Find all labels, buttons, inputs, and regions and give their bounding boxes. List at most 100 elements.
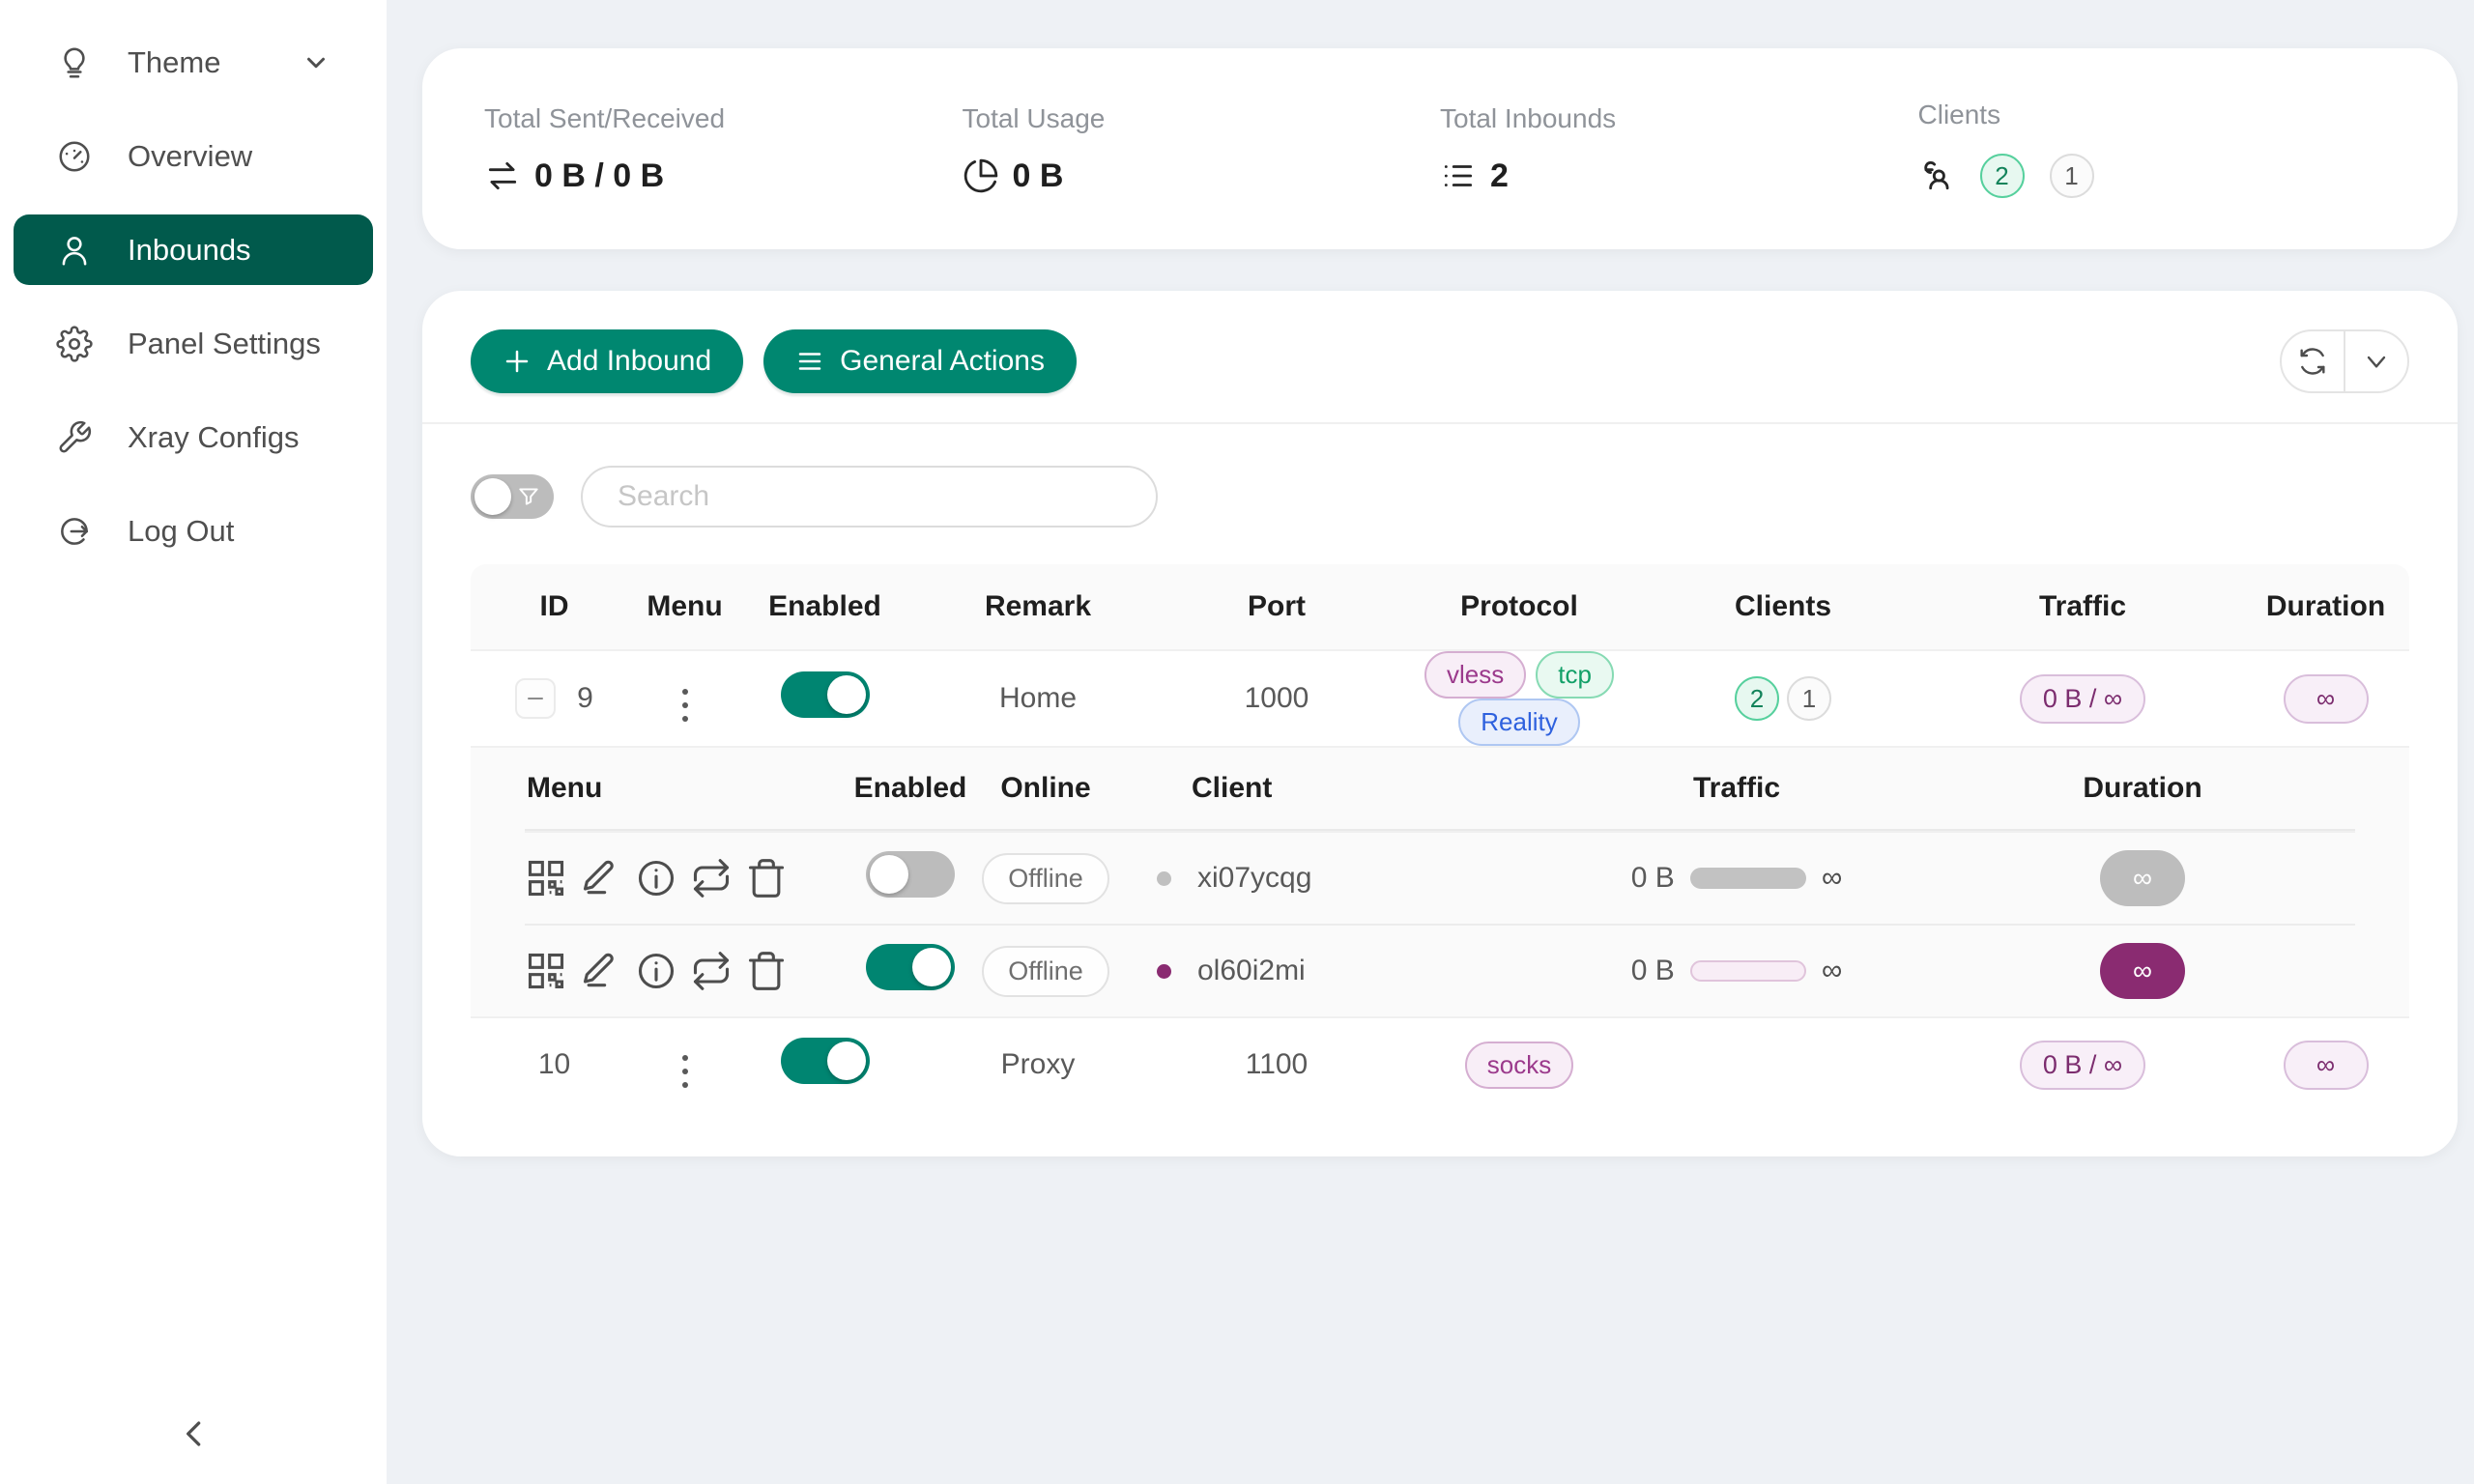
inbound-enabled-toggle[interactable] (781, 1038, 870, 1084)
sidebar-item-log-out[interactable]: Log Out (14, 496, 373, 566)
general-actions-label: General Actions (840, 345, 1045, 378)
logout-icon (56, 513, 93, 550)
inbound-row-9: 9 Home 1000 vlesstcpReality (471, 649, 2409, 746)
subheader-client: Client (1118, 748, 1543, 831)
inbound-row-9-expanded: Menu Enabled Online Client Traffic Durat… (471, 746, 2409, 1016)
traffic-progress-bar (1690, 960, 1806, 982)
user-icon (56, 232, 93, 269)
add-inbound-button[interactable]: Add Inbound (471, 329, 743, 393)
client-duration-pill: ∞ (2100, 850, 2185, 906)
duration-pill: ∞ (2284, 1041, 2369, 1090)
wrench-icon (56, 419, 93, 456)
row-menu-button[interactable] (676, 1049, 694, 1094)
sidebar-item-label: Overview (128, 139, 252, 174)
header-remark: Remark (918, 564, 1158, 649)
client-status-dot (1157, 964, 1171, 979)
clients-deactivated-badge: 1 (2050, 154, 2094, 198)
row-menu-button[interactable] (676, 683, 694, 728)
inbound-port: 1000 (1245, 682, 1309, 714)
sidebar-item-panel-settings[interactable]: Panel Settings (14, 308, 373, 379)
edit-pencil-icon[interactable] (580, 950, 622, 992)
chevron-down-icon (302, 48, 331, 77)
online-status-badge: Offline (982, 946, 1109, 997)
plus-icon (503, 347, 532, 376)
stats-card: Total Sent/Received 0 B / 0 B Total Usag… (422, 48, 2458, 249)
pie-chart-icon (963, 157, 999, 194)
info-icon[interactable] (635, 857, 677, 899)
subheader-enabled: Enabled (848, 748, 973, 831)
traffic-pill: 0 B / ∞ (2020, 674, 2145, 724)
stat-value: 2 (1490, 157, 1509, 195)
subheader-menu: Menu (525, 748, 848, 831)
search-input[interactable] (581, 466, 1158, 528)
inbound-row-10: 10 Proxy 1100 socks 0 B / ∞ ∞ (471, 1016, 2409, 1111)
inbound-enabled-toggle[interactable] (781, 671, 870, 718)
qr-code-icon[interactable] (525, 950, 567, 992)
sidebar-item-xray-configs[interactable]: Xray Configs (14, 402, 373, 472)
qr-code-icon[interactable] (525, 857, 567, 899)
header-enabled: Enabled (732, 564, 918, 649)
delete-trash-icon[interactable] (745, 857, 788, 899)
chevron-left-icon (174, 1413, 216, 1455)
sidebar: Theme Overview Inbounds Panel Settings X… (0, 0, 387, 1484)
people-icon (1918, 157, 1955, 194)
add-inbound-label: Add Inbound (547, 345, 711, 378)
stat-value: 0 B / 0 B (534, 157, 664, 195)
reset-traffic-icon[interactable] (690, 950, 733, 992)
sidebar-item-theme[interactable]: Theme (14, 27, 373, 98)
traffic-limit: ∞ (1822, 862, 1842, 895)
info-icon[interactable] (635, 950, 677, 992)
inbound-remark: Proxy (1001, 1048, 1076, 1080)
sidebar-item-label: Panel Settings (128, 327, 321, 361)
sidebar-item-inbounds[interactable]: Inbounds (14, 214, 373, 285)
collapse-row-button[interactable] (515, 678, 556, 719)
gear-icon (56, 326, 93, 362)
sidebar-item-label: Inbounds (128, 233, 251, 268)
stat-value: 0 B (1013, 157, 1064, 195)
general-actions-button[interactable]: General Actions (763, 329, 1077, 393)
client-name: ol60i2mi (1197, 955, 1306, 987)
stat-total-sent-received: Total Sent/Received 0 B / 0 B (484, 103, 963, 195)
clients-online-badge: 2 (1980, 154, 2025, 198)
sidebar-item-label: Log Out (128, 514, 234, 549)
protocol-tag-vless: vless (1424, 651, 1526, 699)
clients-disabled-count-badge: 1 (1787, 676, 1831, 721)
toolbar: Add Inbound General Actions (422, 291, 2458, 424)
refresh-interval-button[interactable] (2345, 331, 2407, 391)
transmission-tag-tcp: tcp (1536, 651, 1614, 699)
toggle-knob (475, 478, 511, 515)
header-port: Port (1158, 564, 1395, 649)
stat-total-usage: Total Usage 0 B (963, 103, 1441, 195)
traffic-used: 0 B (1631, 862, 1675, 895)
sidebar-item-label: Xray Configs (128, 420, 299, 455)
delete-trash-icon[interactable] (745, 950, 788, 992)
sidebar-item-overview[interactable]: Overview (14, 121, 373, 191)
subtable-header-row: Menu Enabled Online Client Traffic Durat… (525, 748, 2355, 831)
clients-subtable: Menu Enabled Online Client Traffic Durat… (525, 748, 2355, 1016)
reset-traffic-icon[interactable] (690, 857, 733, 899)
bulb-icon (56, 44, 93, 81)
header-protocol: Protocol (1395, 564, 1643, 649)
dashboard-gauge-icon (56, 138, 93, 175)
header-clients: Clients (1643, 564, 1923, 649)
inbound-id: 10 (538, 1048, 570, 1081)
sidebar-item-label: Theme (128, 45, 220, 80)
search-row (422, 424, 2458, 564)
inbound-id: 9 (577, 682, 593, 715)
client-enabled-toggle[interactable] (866, 944, 955, 990)
traffic-pill: 0 B / ∞ (2020, 1041, 2145, 1090)
edit-pencil-icon[interactable] (580, 857, 622, 899)
inbound-port: 1100 (1246, 1048, 1309, 1080)
client-enabled-toggle[interactable] (866, 851, 955, 898)
filter-toggle[interactable] (471, 474, 554, 519)
stat-label: Total Sent/Received (484, 103, 963, 134)
client-row: Offline ol60i2mi (525, 924, 2355, 1016)
duration-pill: ∞ (2284, 674, 2369, 724)
refresh-button[interactable] (2282, 331, 2345, 391)
sidebar-collapse-button[interactable] (166, 1405, 224, 1463)
client-name: xi07ycqg (1197, 862, 1311, 895)
menu-lines-icon (795, 347, 824, 376)
stat-label: Clients (1918, 100, 2397, 130)
online-status-badge: Offline (982, 853, 1109, 904)
list-icon (1440, 157, 1477, 194)
